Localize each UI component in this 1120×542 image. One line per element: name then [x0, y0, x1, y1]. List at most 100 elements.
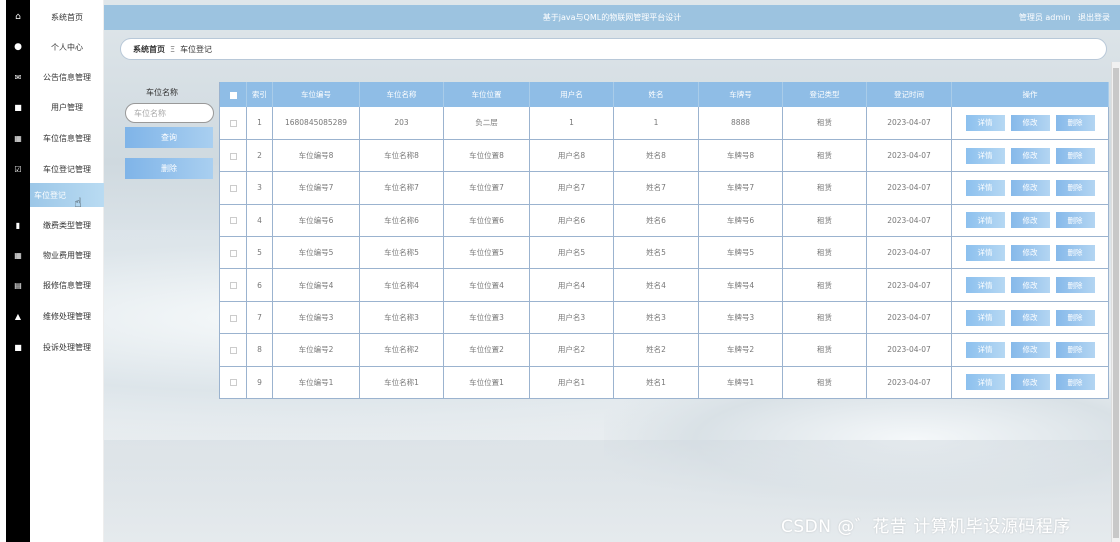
table-cell: 车位位置4: [443, 268, 530, 302]
sidebar-item-maintenance[interactable]: 维修处理管理: [30, 304, 104, 328]
monitor-icon[interactable]: ■: [6, 335, 30, 359]
query-button[interactable]: 查询: [125, 127, 213, 148]
row-delete-button[interactable]: 删除: [1055, 277, 1095, 294]
sidebar-item-users[interactable]: 用户管理: [30, 95, 104, 119]
detail-button[interactable]: 详情: [965, 114, 1005, 131]
sidebar-item-parking-register[interactable]: 车位登记: [30, 183, 104, 207]
sidebar-item-repair-info[interactable]: 报修信息管理: [30, 273, 104, 297]
row-checkbox[interactable]: [219, 171, 247, 205]
row-actions: 详情 修改 删除: [951, 366, 1109, 400]
row-delete-button[interactable]: 删除: [1055, 147, 1095, 164]
page-scrollbar[interactable]: [1111, 62, 1120, 542]
sidebar-item-fee-type[interactable]: 缴费类型管理: [30, 213, 104, 237]
row-delete-button[interactable]: 删除: [1055, 341, 1095, 358]
sidebar-item-profile[interactable]: 个人中心: [30, 35, 104, 59]
user-icon[interactable]: ●: [6, 35, 30, 59]
row-checkbox[interactable]: [219, 204, 247, 238]
edit-button[interactable]: 修改: [1010, 309, 1050, 326]
row-actions: 详情 修改 删除: [951, 139, 1109, 173]
clipboard-icon[interactable]: ▮: [6, 213, 30, 237]
edit-button[interactable]: 修改: [1010, 147, 1050, 164]
row-checkbox[interactable]: [219, 333, 247, 367]
sidebar-item-parking-register-mgmt[interactable]: 车位登记管理: [30, 157, 104, 181]
detail-button[interactable]: 详情: [965, 244, 1005, 261]
table-row: 9 车位编号1 车位名称1 车位位置1 用户名1 姓名1 车牌号1 租赁 2023-04-07 详…: [219, 366, 1109, 400]
delete-button[interactable]: 删除: [125, 158, 213, 179]
table-cell: 租赁: [782, 236, 867, 270]
row-actions: 详情 修改 删除: [951, 204, 1109, 238]
table-cell: 车位名称4: [359, 268, 444, 302]
row-delete-button[interactable]: 删除: [1055, 179, 1095, 196]
select-all-checkbox[interactable]: [219, 82, 247, 107]
sidebar-item-home[interactable]: 系统首页: [30, 5, 104, 29]
user-area: 管理员 admin 退出登录: [1014, 5, 1110, 30]
breadcrumb-home[interactable]: 系统首页: [133, 44, 165, 55]
breadcrumb: 系统首页 Ξ 车位登记: [120, 38, 1107, 60]
home-icon[interactable]: ⌂: [6, 5, 30, 29]
edit-button[interactable]: 修改: [1010, 114, 1050, 131]
detail-button[interactable]: 详情: [965, 374, 1005, 391]
monitor-icon[interactable]: ■: [6, 95, 30, 119]
search-input[interactable]: [125, 103, 214, 123]
table-cell: 车牌号7: [698, 171, 783, 205]
table-cell: 姓名2: [613, 333, 699, 367]
edit-button[interactable]: 修改: [1010, 212, 1050, 229]
table-cell: 用户名6: [529, 204, 614, 238]
table-cell: 车位位置8: [443, 139, 530, 173]
edit-button[interactable]: 修改: [1010, 244, 1050, 261]
edit-button[interactable]: 修改: [1010, 277, 1050, 294]
sidebar-item-complaint[interactable]: 投诉处理管理: [30, 335, 104, 359]
table-cell: 车牌号3: [698, 301, 783, 335]
row-checkbox[interactable]: [219, 107, 247, 140]
table-cell: 2023-04-07: [866, 171, 952, 205]
row-checkbox[interactable]: [219, 301, 247, 335]
row-checkbox[interactable]: [219, 366, 247, 400]
detail-button[interactable]: 详情: [965, 309, 1005, 326]
table-cell: 2023-04-07: [866, 301, 952, 335]
watermark: CSDN @゛花昔 计算机毕设源码程序: [781, 517, 1071, 537]
detail-button[interactable]: 详情: [965, 212, 1005, 229]
table-cell: 2023-04-07: [866, 268, 952, 302]
row-checkbox[interactable]: [219, 268, 247, 302]
check-icon[interactable]: ☑: [6, 157, 30, 181]
row-delete-button[interactable]: 删除: [1055, 374, 1095, 391]
column-header: 索引: [246, 82, 273, 107]
table-cell: 租赁: [782, 268, 867, 302]
sidebar-item-property-fee[interactable]: 物业费用管理: [30, 243, 104, 267]
table-row: 2 车位编号8 车位名称8 车位位置8 用户名8 姓名8 车牌号8 租赁 2023-04-07 详…: [219, 139, 1109, 173]
table-cell: 租赁: [782, 333, 867, 367]
edit-button[interactable]: 修改: [1010, 374, 1050, 391]
table-row: 5 车位编号5 车位名称5 车位位置5 用户名5 姓名5 车牌号5 租赁 2023-04-07 详…: [219, 236, 1109, 270]
row-checkbox[interactable]: [219, 139, 247, 173]
grid-icon[interactable]: ▦: [6, 126, 30, 150]
row-delete-button[interactable]: 删除: [1055, 114, 1095, 131]
table-cell: 1: [529, 107, 614, 140]
table-cell: 租赁: [782, 107, 867, 140]
notice-icon[interactable]: ✉: [6, 65, 30, 89]
detail-button[interactable]: 详情: [965, 147, 1005, 164]
upload-icon[interactable]: ▲: [6, 304, 30, 328]
table-icon[interactable]: ▤: [6, 273, 30, 297]
row-delete-button[interactable]: 删除: [1055, 309, 1095, 326]
edit-button[interactable]: 修改: [1010, 179, 1050, 196]
row-delete-button[interactable]: 删除: [1055, 212, 1095, 229]
logout-link[interactable]: 退出登录: [1078, 13, 1110, 22]
data-table: 索引 车位编号 车位名称 车位位置 用户名 姓名 车牌号 登记类型 登记时间 操…: [219, 82, 1109, 400]
table-cell: 姓名4: [613, 268, 699, 302]
breadcrumb-separator: Ξ: [170, 44, 176, 54]
sidebar-item-notice[interactable]: 公告信息管理: [30, 65, 104, 89]
detail-button[interactable]: 详情: [965, 179, 1005, 196]
admin-label: 管理员 admin: [1018, 13, 1071, 22]
detail-button[interactable]: 详情: [965, 277, 1005, 294]
edit-button[interactable]: 修改: [1010, 341, 1050, 358]
sidebar-item-parking-info[interactable]: 车位信息管理: [30, 126, 104, 150]
grid-icon[interactable]: ▦: [6, 243, 30, 267]
table-cell: 车牌号1: [698, 366, 783, 400]
row-delete-button[interactable]: 删除: [1055, 244, 1095, 261]
table-cell: 1: [246, 107, 273, 140]
table-cell: 车位编号7: [272, 171, 360, 205]
row-checkbox[interactable]: [219, 236, 247, 270]
table-cell: 车牌号4: [698, 268, 783, 302]
detail-button[interactable]: 详情: [965, 341, 1005, 358]
table-cell: 租赁: [782, 366, 867, 400]
